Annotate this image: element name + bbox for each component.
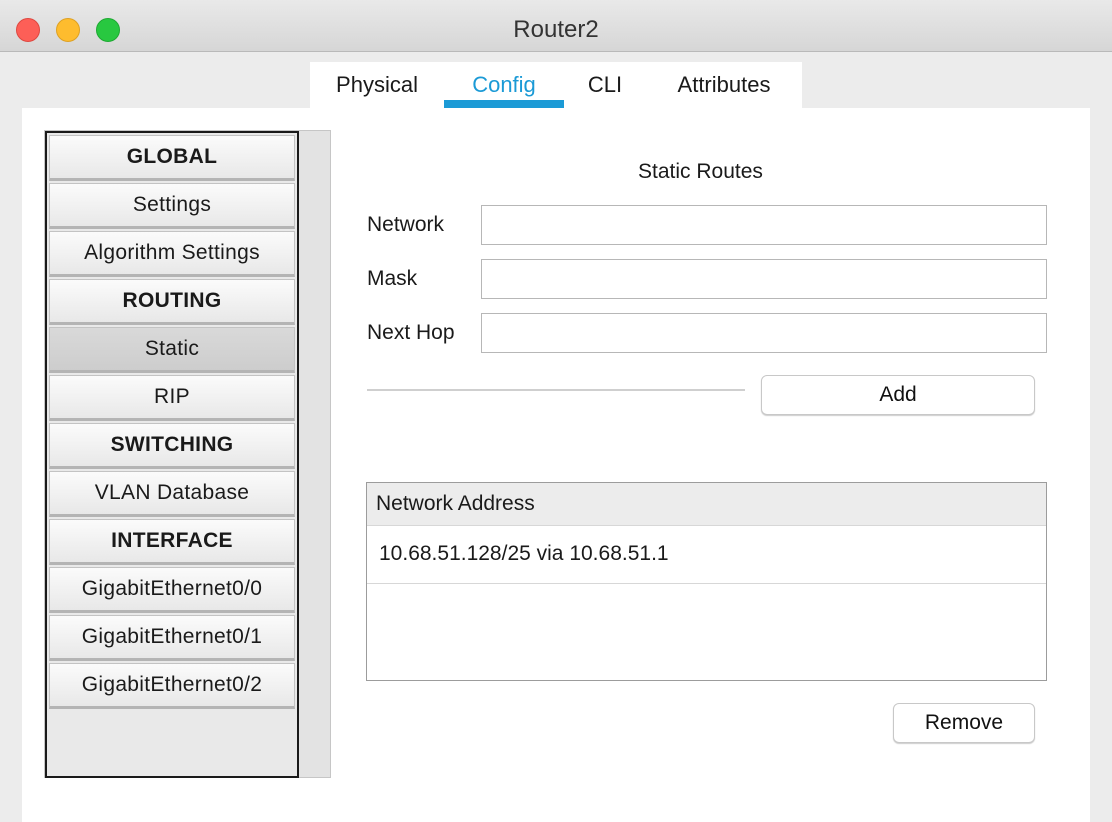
- routes-table: Network Address 10.68.51.128/25 via 10.6…: [366, 482, 1047, 681]
- separator: [367, 389, 745, 391]
- sidebar-header-routing: ROUTING: [49, 279, 295, 325]
- remove-button[interactable]: Remove: [893, 703, 1035, 743]
- routes-table-header: Network Address: [367, 483, 1046, 526]
- sidebar: GLOBAL Settings Algorithm Settings ROUTI…: [45, 131, 299, 778]
- next-hop-input[interactable]: [481, 313, 1047, 353]
- table-row[interactable]: 10.68.51.128/25 via 10.68.51.1: [367, 526, 1046, 584]
- section-title: Static Routes: [638, 160, 763, 183]
- network-label: Network: [367, 213, 445, 236]
- sidebar-item-static[interactable]: Static: [49, 327, 295, 373]
- sidebar-header-global: GLOBAL: [49, 135, 295, 181]
- tab-cli[interactable]: CLI: [564, 72, 646, 98]
- add-button[interactable]: Add: [761, 375, 1035, 415]
- sidebar-item-gigabitethernet0-2[interactable]: GigabitEthernet0/2: [49, 663, 295, 709]
- sidebar-item-settings[interactable]: Settings: [49, 183, 295, 229]
- sidebar-item-vlan-database[interactable]: VLAN Database: [49, 471, 295, 517]
- mask-input[interactable]: [481, 259, 1047, 299]
- sidebar-item-gigabitethernet0-1[interactable]: GigabitEthernet0/1: [49, 615, 295, 661]
- window-title: Router2: [513, 16, 599, 43]
- tab-config[interactable]: Config: [444, 72, 564, 98]
- active-tab-indicator: [444, 100, 564, 108]
- network-input[interactable]: [481, 205, 1047, 245]
- tab-physical[interactable]: Physical: [310, 72, 444, 98]
- sidebar-header-switching: SWITCHING: [49, 423, 295, 469]
- sidebar-item-gigabitethernet0-0[interactable]: GigabitEthernet0/0: [49, 567, 295, 613]
- next-hop-label: Next Hop: [367, 321, 455, 344]
- config-panel: GLOBAL Settings Algorithm Settings ROUTI…: [22, 108, 1090, 822]
- title-bar: Router2: [0, 0, 1112, 52]
- sidebar-header-interface: INTERFACE: [49, 519, 295, 565]
- mask-label: Mask: [367, 267, 418, 290]
- sidebar-item-rip[interactable]: RIP: [49, 375, 295, 421]
- sidebar-item-algorithm-settings[interactable]: Algorithm Settings: [49, 231, 295, 277]
- tab-bar: Physical Config CLI Attributes: [310, 62, 802, 108]
- tab-attributes[interactable]: Attributes: [646, 72, 802, 98]
